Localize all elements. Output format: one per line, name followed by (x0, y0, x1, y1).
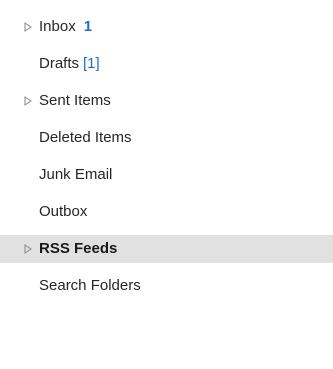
folder-pane: Inbox 1 Drafts [1] Sent Items Deleted Item… (0, 0, 333, 369)
folder-label: RSS Feeds (39, 240, 118, 257)
folder-label: Drafts (39, 55, 80, 72)
folder-label: Junk Email (39, 166, 113, 183)
expand-chevron-icon[interactable] (23, 87, 33, 115)
folder-label: Deleted Items (39, 129, 132, 146)
expand-chevron-icon[interactable] (23, 235, 33, 263)
unread-count-badge: 1 (83, 18, 93, 35)
folder-item-sent-items[interactable]: Sent Items (0, 87, 333, 115)
folder-item-search-folders[interactable]: Search Folders (0, 272, 333, 300)
folder-item-outbox[interactable]: Outbox (0, 198, 333, 226)
folder-item-junk-email[interactable]: Junk Email (0, 161, 333, 189)
expand-chevron-icon[interactable] (23, 13, 33, 41)
folder-label: Inbox (39, 18, 76, 35)
folder-label: Sent Items (39, 92, 111, 109)
folder-item-deleted-items[interactable]: Deleted Items (0, 124, 333, 152)
folder-label: Search Folders (39, 277, 141, 294)
draft-count-badge: [1] (83, 55, 100, 72)
folder-item-inbox[interactable]: Inbox 1 (0, 13, 333, 41)
folder-item-rss-feeds[interactable]: RSS Feeds (0, 235, 333, 263)
folder-item-drafts[interactable]: Drafts [1] (0, 50, 333, 78)
folder-label: Outbox (39, 203, 88, 220)
folder-list: Inbox 1 Drafts [1] Sent Items Deleted Item… (0, 13, 333, 309)
